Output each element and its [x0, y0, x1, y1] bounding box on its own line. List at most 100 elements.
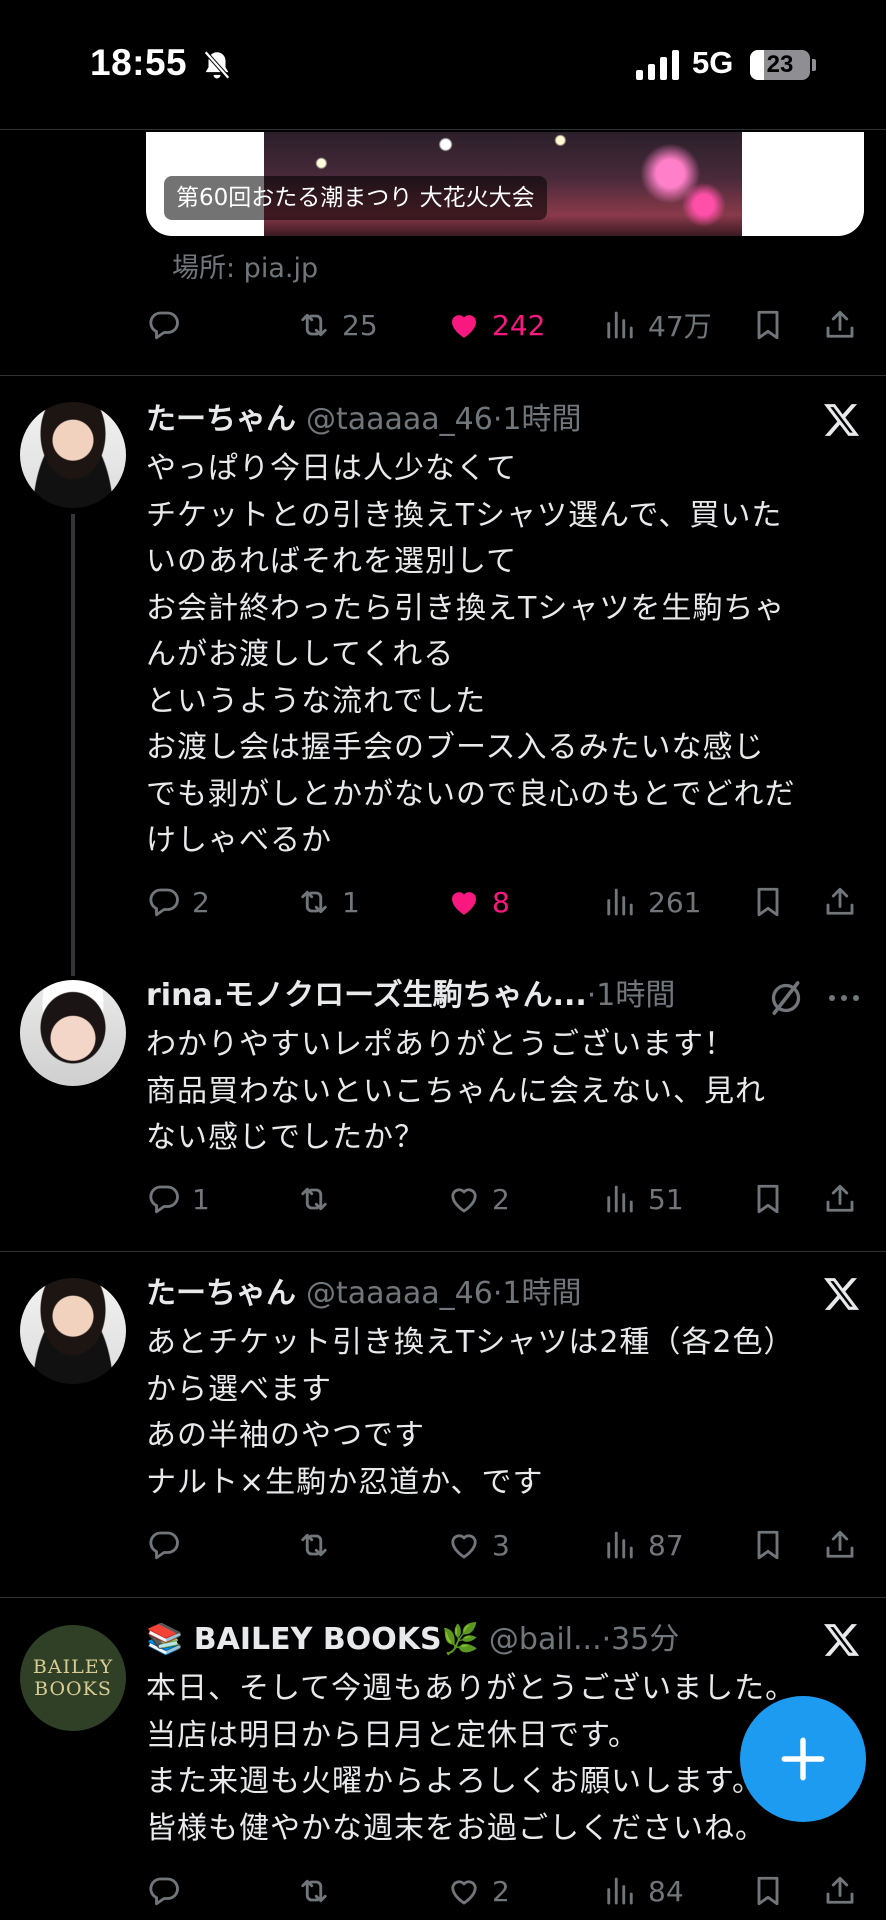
avatar[interactable]: [20, 980, 126, 1086]
reply-count: 2: [192, 885, 210, 919]
post-time[interactable]: ·1時間: [587, 974, 676, 1018]
battery-percent: 23: [766, 51, 794, 78]
battery-icon: 23: [750, 50, 810, 80]
post-header: rina.モノクローズ生駒ちゃん... ·1時間: [146, 974, 675, 1018]
post-header: 📚 BAILEY BOOKS🌿 @bail... ·35分: [146, 1618, 679, 1662]
author-name[interactable]: たーちゃん: [146, 398, 296, 442]
x-logo-icon[interactable]: [822, 400, 862, 440]
views-button[interactable]: 261: [602, 877, 701, 927]
avatar[interactable]: BAILEY BOOKS: [20, 1625, 126, 1731]
share-icon: [822, 1873, 858, 1909]
author-handle[interactable]: @bail...: [489, 1618, 602, 1662]
card-source[interactable]: 場所: pia.jp: [172, 246, 318, 285]
share-icon: [822, 1527, 858, 1563]
reply-button[interactable]: [146, 1520, 182, 1570]
reply-icon: [146, 307, 182, 343]
reply-button[interactable]: 1: [146, 1174, 210, 1224]
status-time: 18:55: [90, 42, 188, 83]
retweet-button[interactable]: [296, 1174, 332, 1224]
heart-icon: [446, 884, 482, 920]
post-actions: 3 87: [146, 1520, 858, 1570]
reply-button[interactable]: [146, 1866, 182, 1916]
status-bar: 18:55 5G 23: [0, 0, 886, 130]
views-button[interactable]: 47万: [602, 300, 712, 350]
reply-icon: [146, 1873, 182, 1909]
post-actions: 2 84: [146, 1866, 858, 1916]
post-time[interactable]: ·1時間: [493, 1272, 582, 1316]
reply-button[interactable]: 2: [146, 877, 210, 927]
heart-icon: [446, 1527, 482, 1563]
network-label: 5G: [692, 45, 734, 80]
views-count: 84: [648, 1874, 684, 1908]
divider: [0, 1597, 886, 1598]
retweet-icon: [296, 884, 332, 920]
bookmark-button[interactable]: [750, 877, 786, 927]
reply-button[interactable]: [146, 300, 182, 350]
like-button[interactable]: 8: [446, 877, 510, 927]
views-button[interactable]: 84: [602, 1866, 684, 1916]
divider: [0, 1251, 886, 1252]
retweet-button[interactable]: [296, 1866, 332, 1916]
bookmark-icon: [750, 884, 786, 920]
share-button[interactable]: [822, 1174, 858, 1224]
bookmark-icon: [750, 1181, 786, 1217]
share-button[interactable]: [822, 1866, 858, 1916]
retweet-button[interactable]: 1: [296, 877, 360, 927]
views-count: 47万: [648, 310, 712, 343]
avatar-logo-text: BOOKS: [34, 1678, 112, 1700]
like-button[interactable]: 2: [446, 1174, 510, 1224]
retweet-button[interactable]: [296, 1520, 332, 1570]
retweet-icon: [296, 1181, 332, 1217]
post-header: たーちゃん @taaaaa_46 ·1時間: [146, 398, 581, 442]
retweet-button[interactable]: 25: [296, 300, 378, 350]
bookmark-button[interactable]: [750, 1520, 786, 1570]
avatar[interactable]: [20, 1278, 126, 1384]
bookmark-button[interactable]: [750, 1174, 786, 1224]
thread-line: [71, 514, 75, 976]
author-handle[interactable]: @taaaaa_46: [306, 398, 493, 442]
post-text: あとチケット引き換えTシャツは2種（各2色） から選べます あの半袖のやつです …: [146, 1325, 795, 1500]
battery-nub: [812, 59, 816, 71]
author-name[interactable]: rina.モノクローズ生駒ちゃん...: [146, 974, 587, 1018]
avatar[interactable]: [20, 402, 126, 508]
x-logo-icon[interactable]: [822, 1620, 862, 1660]
author-handle[interactable]: @taaaaa_46: [306, 1272, 493, 1316]
signal-icon: [636, 50, 679, 80]
more-options-icon[interactable]: [824, 978, 864, 1018]
grok-icon[interactable]: [766, 978, 806, 1018]
views-icon: [602, 884, 638, 920]
heart-icon: [446, 1873, 482, 1909]
bookmark-button[interactable]: [750, 1866, 786, 1916]
share-button[interactable]: [822, 1520, 858, 1570]
retweet-icon: [296, 307, 332, 343]
post-actions: 25 242 47万: [146, 300, 858, 350]
like-button[interactable]: 2: [446, 1866, 510, 1916]
views-icon: [602, 307, 638, 343]
views-count: 87: [648, 1528, 684, 1562]
like-button[interactable]: 242: [446, 300, 545, 350]
post-time[interactable]: ·35分: [602, 1618, 680, 1662]
post-text: やっぱり今日は人少なくて チケットとの引き換えTシャツ選んで、買いた いのあれば…: [146, 451, 796, 858]
reply-icon: [146, 1181, 182, 1217]
x-logo-icon[interactable]: [822, 1274, 862, 1314]
views-count: 51: [648, 1182, 684, 1216]
author-name[interactable]: 📚 BAILEY BOOKS🌿: [146, 1618, 479, 1662]
post-time[interactable]: ·1時間: [493, 398, 582, 442]
reply-icon: [146, 1527, 182, 1563]
card-title: 第60回おたる潮まつり 大花火大会: [164, 176, 547, 220]
views-button[interactable]: 51: [602, 1174, 684, 1224]
share-button[interactable]: [822, 300, 858, 350]
retweet-icon: [296, 1873, 332, 1909]
bookmark-button[interactable]: [750, 300, 786, 350]
heart-icon: [446, 307, 482, 343]
views-icon: [602, 1527, 638, 1563]
like-button[interactable]: 3: [446, 1520, 510, 1570]
share-button[interactable]: [822, 877, 858, 927]
views-icon: [602, 1873, 638, 1909]
like-count: 3: [492, 1528, 510, 1562]
like-count: 2: [492, 1182, 510, 1216]
author-name[interactable]: たーちゃん: [146, 1272, 296, 1316]
bell-muted-icon: [204, 50, 230, 80]
compose-button[interactable]: [740, 1696, 866, 1822]
views-button[interactable]: 87: [602, 1520, 684, 1570]
